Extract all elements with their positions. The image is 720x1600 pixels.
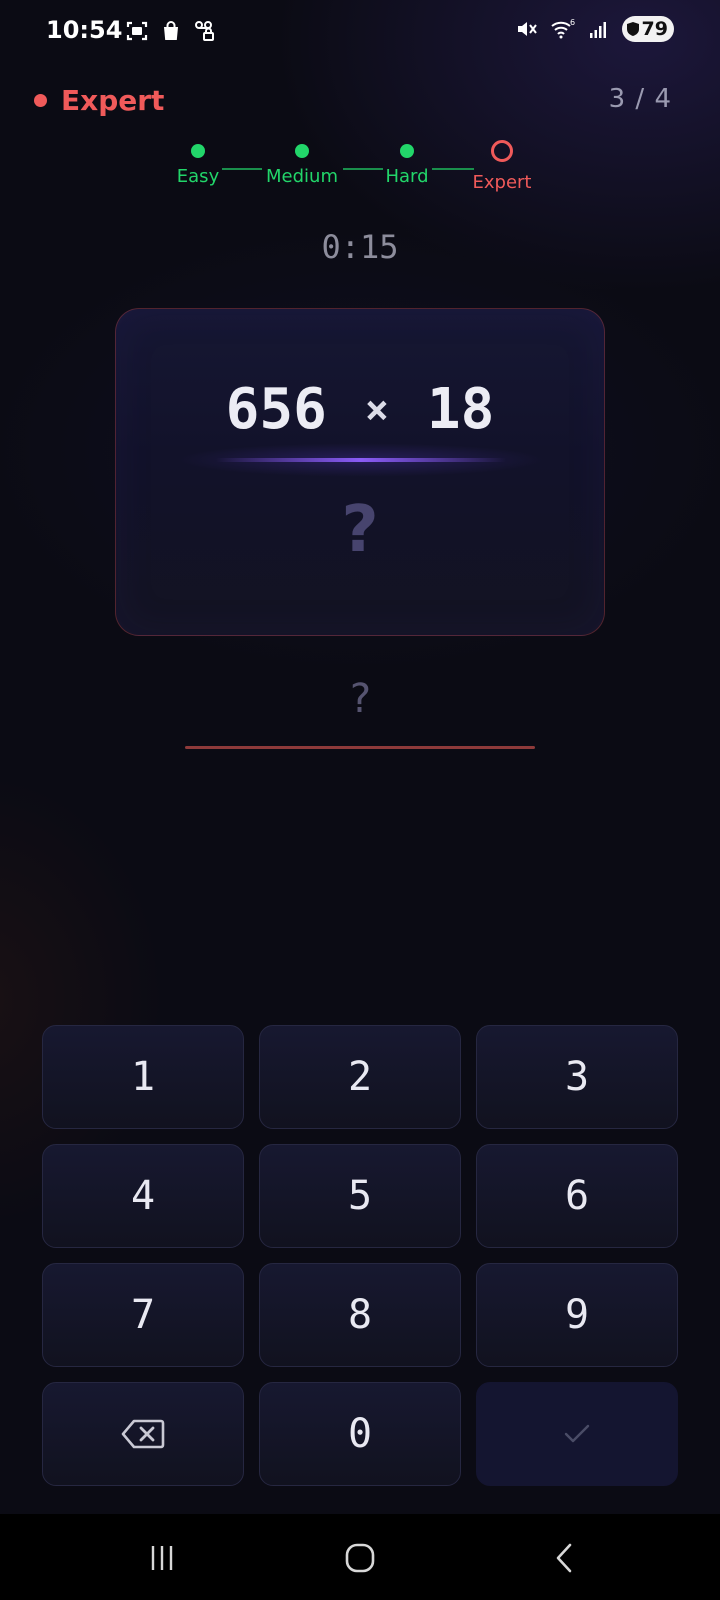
home-icon [345, 1543, 375, 1573]
key-2[interactable]: 2 [259, 1025, 461, 1129]
key-4[interactable]: 4 [42, 1144, 244, 1248]
step-current-ring [491, 140, 513, 162]
step-complete-dot [191, 144, 205, 158]
step-label: Easy [176, 166, 220, 187]
step-complete-dot [295, 144, 309, 158]
stepper-connector [222, 168, 262, 170]
shield-icon [626, 22, 639, 36]
home-button[interactable] [340, 1538, 380, 1578]
status-bar: 10:54 6 79 [0, 0, 720, 62]
difficulty-stepper: Easy Medium Hard Expert [0, 138, 720, 208]
key-5[interactable]: 5 [259, 1144, 461, 1248]
numeric-keypad: 1 2 3 4 5 6 7 8 9 0 [42, 1025, 678, 1486]
level-header: Expert [34, 84, 164, 117]
battery-indicator: 79 [621, 16, 674, 42]
shopping-bag-icon [158, 18, 184, 44]
step-label: Expert [472, 172, 532, 193]
divider-glow [176, 439, 546, 479]
step-easy: Easy [176, 138, 220, 187]
level-name: Expert [61, 84, 165, 117]
step-complete-dot [400, 144, 414, 158]
step-medium: Medium [262, 138, 342, 187]
problem-expression: 656 × 18 [116, 377, 604, 442]
back-icon [556, 1543, 572, 1573]
checkmark-icon [564, 1424, 590, 1443]
operand-2: 18 [426, 377, 495, 442]
answer-underline [185, 746, 535, 749]
step-hard: Hard [384, 138, 430, 187]
key-8[interactable]: 8 [259, 1263, 461, 1367]
level-dot [34, 94, 47, 107]
key-9[interactable]: 9 [476, 1263, 678, 1367]
timer: 0:15 [321, 228, 399, 266]
key-3[interactable]: 3 [476, 1025, 678, 1129]
step-expert: Expert [472, 138, 532, 193]
screenshot-icon [124, 18, 150, 44]
result-placeholder: ? [341, 493, 379, 567]
stepper-connector [432, 168, 474, 170]
operator: × [364, 386, 389, 433]
battery-level: 79 [641, 18, 668, 40]
problem-card: 656 × 18 ? [115, 308, 605, 636]
wifi-6-icon: 6 [550, 16, 576, 42]
key-1[interactable]: 1 [42, 1025, 244, 1129]
key-0[interactable]: 0 [259, 1382, 461, 1486]
progress-count: 3 / 4 [608, 84, 672, 114]
status-time: 10:54 [46, 16, 123, 44]
mute-icon [514, 16, 540, 42]
recent-apps-button[interactable] [142, 1538, 182, 1578]
step-label: Hard [385, 166, 429, 187]
stepper-connector [343, 168, 383, 170]
step-label: Medium [266, 166, 338, 187]
back-button[interactable] [544, 1538, 584, 1578]
submit-button[interactable] [476, 1382, 678, 1486]
operand-1: 656 [225, 377, 327, 442]
system-nav-bar [0, 1514, 720, 1600]
voicemail-lock-icon [192, 18, 218, 44]
backspace-icon [121, 1419, 165, 1449]
svg-text:6: 6 [570, 18, 575, 27]
recent-apps-icon [151, 1546, 173, 1570]
key-6[interactable]: 6 [476, 1144, 678, 1248]
backspace-button[interactable] [42, 1382, 244, 1486]
answer-display: ? [347, 676, 373, 722]
signal-icon [586, 16, 612, 42]
key-7[interactable]: 7 [42, 1263, 244, 1367]
